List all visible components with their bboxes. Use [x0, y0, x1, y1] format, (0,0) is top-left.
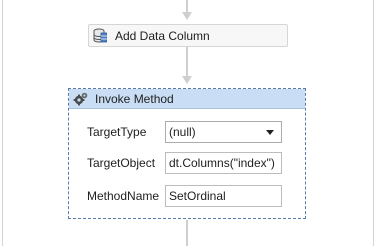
target-object-input[interactable]: dt.Columns("index") [165, 152, 282, 174]
target-object-row: TargetObject dt.Columns("index") [87, 152, 282, 174]
activity-title: Invoke Method [95, 91, 174, 106]
method-name-label: MethodName [87, 189, 160, 203]
connector-line [186, 220, 188, 246]
target-type-row: TargetType (null) [87, 121, 282, 143]
gears-icon [73, 91, 89, 107]
connector-arrow [182, 76, 192, 84]
method-name-value: SetOrdinal [169, 189, 226, 203]
method-name-input[interactable]: SetOrdinal [165, 185, 282, 207]
target-object-label: TargetObject [87, 156, 156, 170]
target-type-dropdown[interactable]: (null) [165, 121, 282, 143]
invoke-method-activity[interactable]: Invoke Method TargetType (null) TargetOb… [68, 88, 306, 219]
connector-arrow [182, 12, 192, 20]
add-data-column-activity[interactable]: Add Data Column [88, 24, 288, 47]
method-name-row: MethodName SetOrdinal [87, 185, 282, 207]
connector-line [186, 47, 188, 77]
sequence-border-left [2, 0, 3, 246]
dropdown-arrow-icon[interactable] [266, 129, 274, 135]
workflow-designer-canvas: Add Data Column Invoke Method TargetType… [0, 0, 376, 246]
activity-header[interactable]: Invoke Method [69, 89, 305, 109]
activity-label: Add Data Column [115, 28, 210, 43]
target-type-value: (null) [169, 125, 196, 139]
database-table-icon [93, 28, 107, 44]
sequence-border-right [373, 0, 374, 246]
target-object-value: dt.Columns("index") [169, 156, 275, 170]
target-type-label: TargetType [87, 125, 147, 139]
